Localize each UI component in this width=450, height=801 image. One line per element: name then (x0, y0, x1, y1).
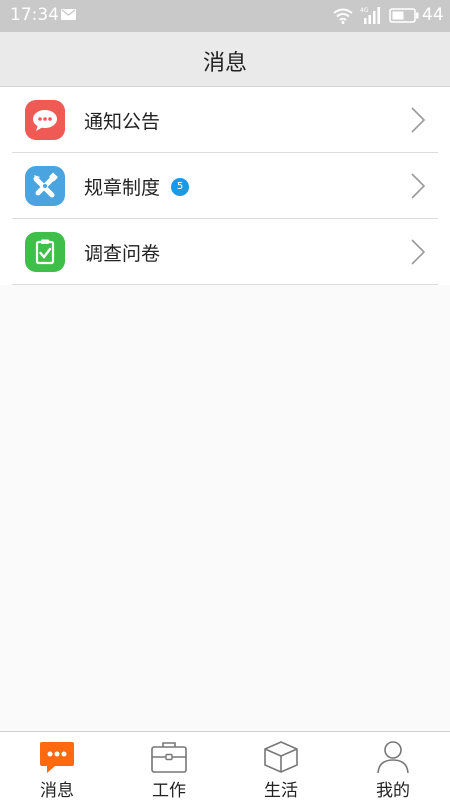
tab-bar: 消息 工作 生活 我的 (0, 731, 450, 801)
nav-bar: 消息 (0, 32, 450, 87)
tools-icon (25, 166, 65, 206)
unread-badge: 5 (171, 178, 189, 196)
tab-work[interactable]: 工作 (113, 732, 225, 801)
chevron-right-icon (411, 239, 426, 265)
briefcase-icon (151, 742, 187, 773)
tab-life[interactable]: 生活 (225, 732, 337, 801)
tab-mine[interactable]: 我的 (337, 732, 449, 801)
list-item-regulations[interactable]: 规章制度 5 (12, 153, 438, 219)
battery-level: 44 (422, 5, 444, 25)
tab-messages[interactable]: 消息 (1, 732, 113, 801)
page-title: 消息 (202, 51, 247, 76)
clipboard-check-icon (25, 232, 65, 272)
user-icon (377, 741, 409, 774)
message-list: 通知公告 规章制度 5 调查问卷 (0, 87, 450, 285)
chevron-right-icon (411, 107, 426, 133)
wifi-icon (333, 8, 353, 24)
battery-icon (389, 8, 419, 23)
mail-icon (61, 9, 76, 20)
tab-label: 我的 (376, 781, 410, 801)
list-item-label: 调查问卷 (84, 243, 161, 265)
chat-bubble-icon (25, 100, 65, 140)
status-time: 17:34 (10, 5, 59, 25)
tab-label: 消息 (40, 781, 74, 801)
list-item-label: 通知公告 (84, 111, 161, 133)
tab-label: 工作 (152, 781, 186, 801)
tab-label: 生活 (264, 781, 298, 801)
message-icon (40, 742, 74, 773)
list-item-survey[interactable]: 调查问卷 (12, 219, 438, 285)
status-bar: 17:34 4G 44 (0, 0, 450, 32)
list-item-notices[interactable]: 通知公告 (12, 87, 438, 153)
list-item-label: 规章制度 (84, 177, 161, 199)
box-icon (264, 741, 298, 773)
svg-text:4G: 4G (360, 7, 369, 14)
signal-icon: 4G (360, 7, 380, 24)
chevron-right-icon (411, 173, 426, 199)
